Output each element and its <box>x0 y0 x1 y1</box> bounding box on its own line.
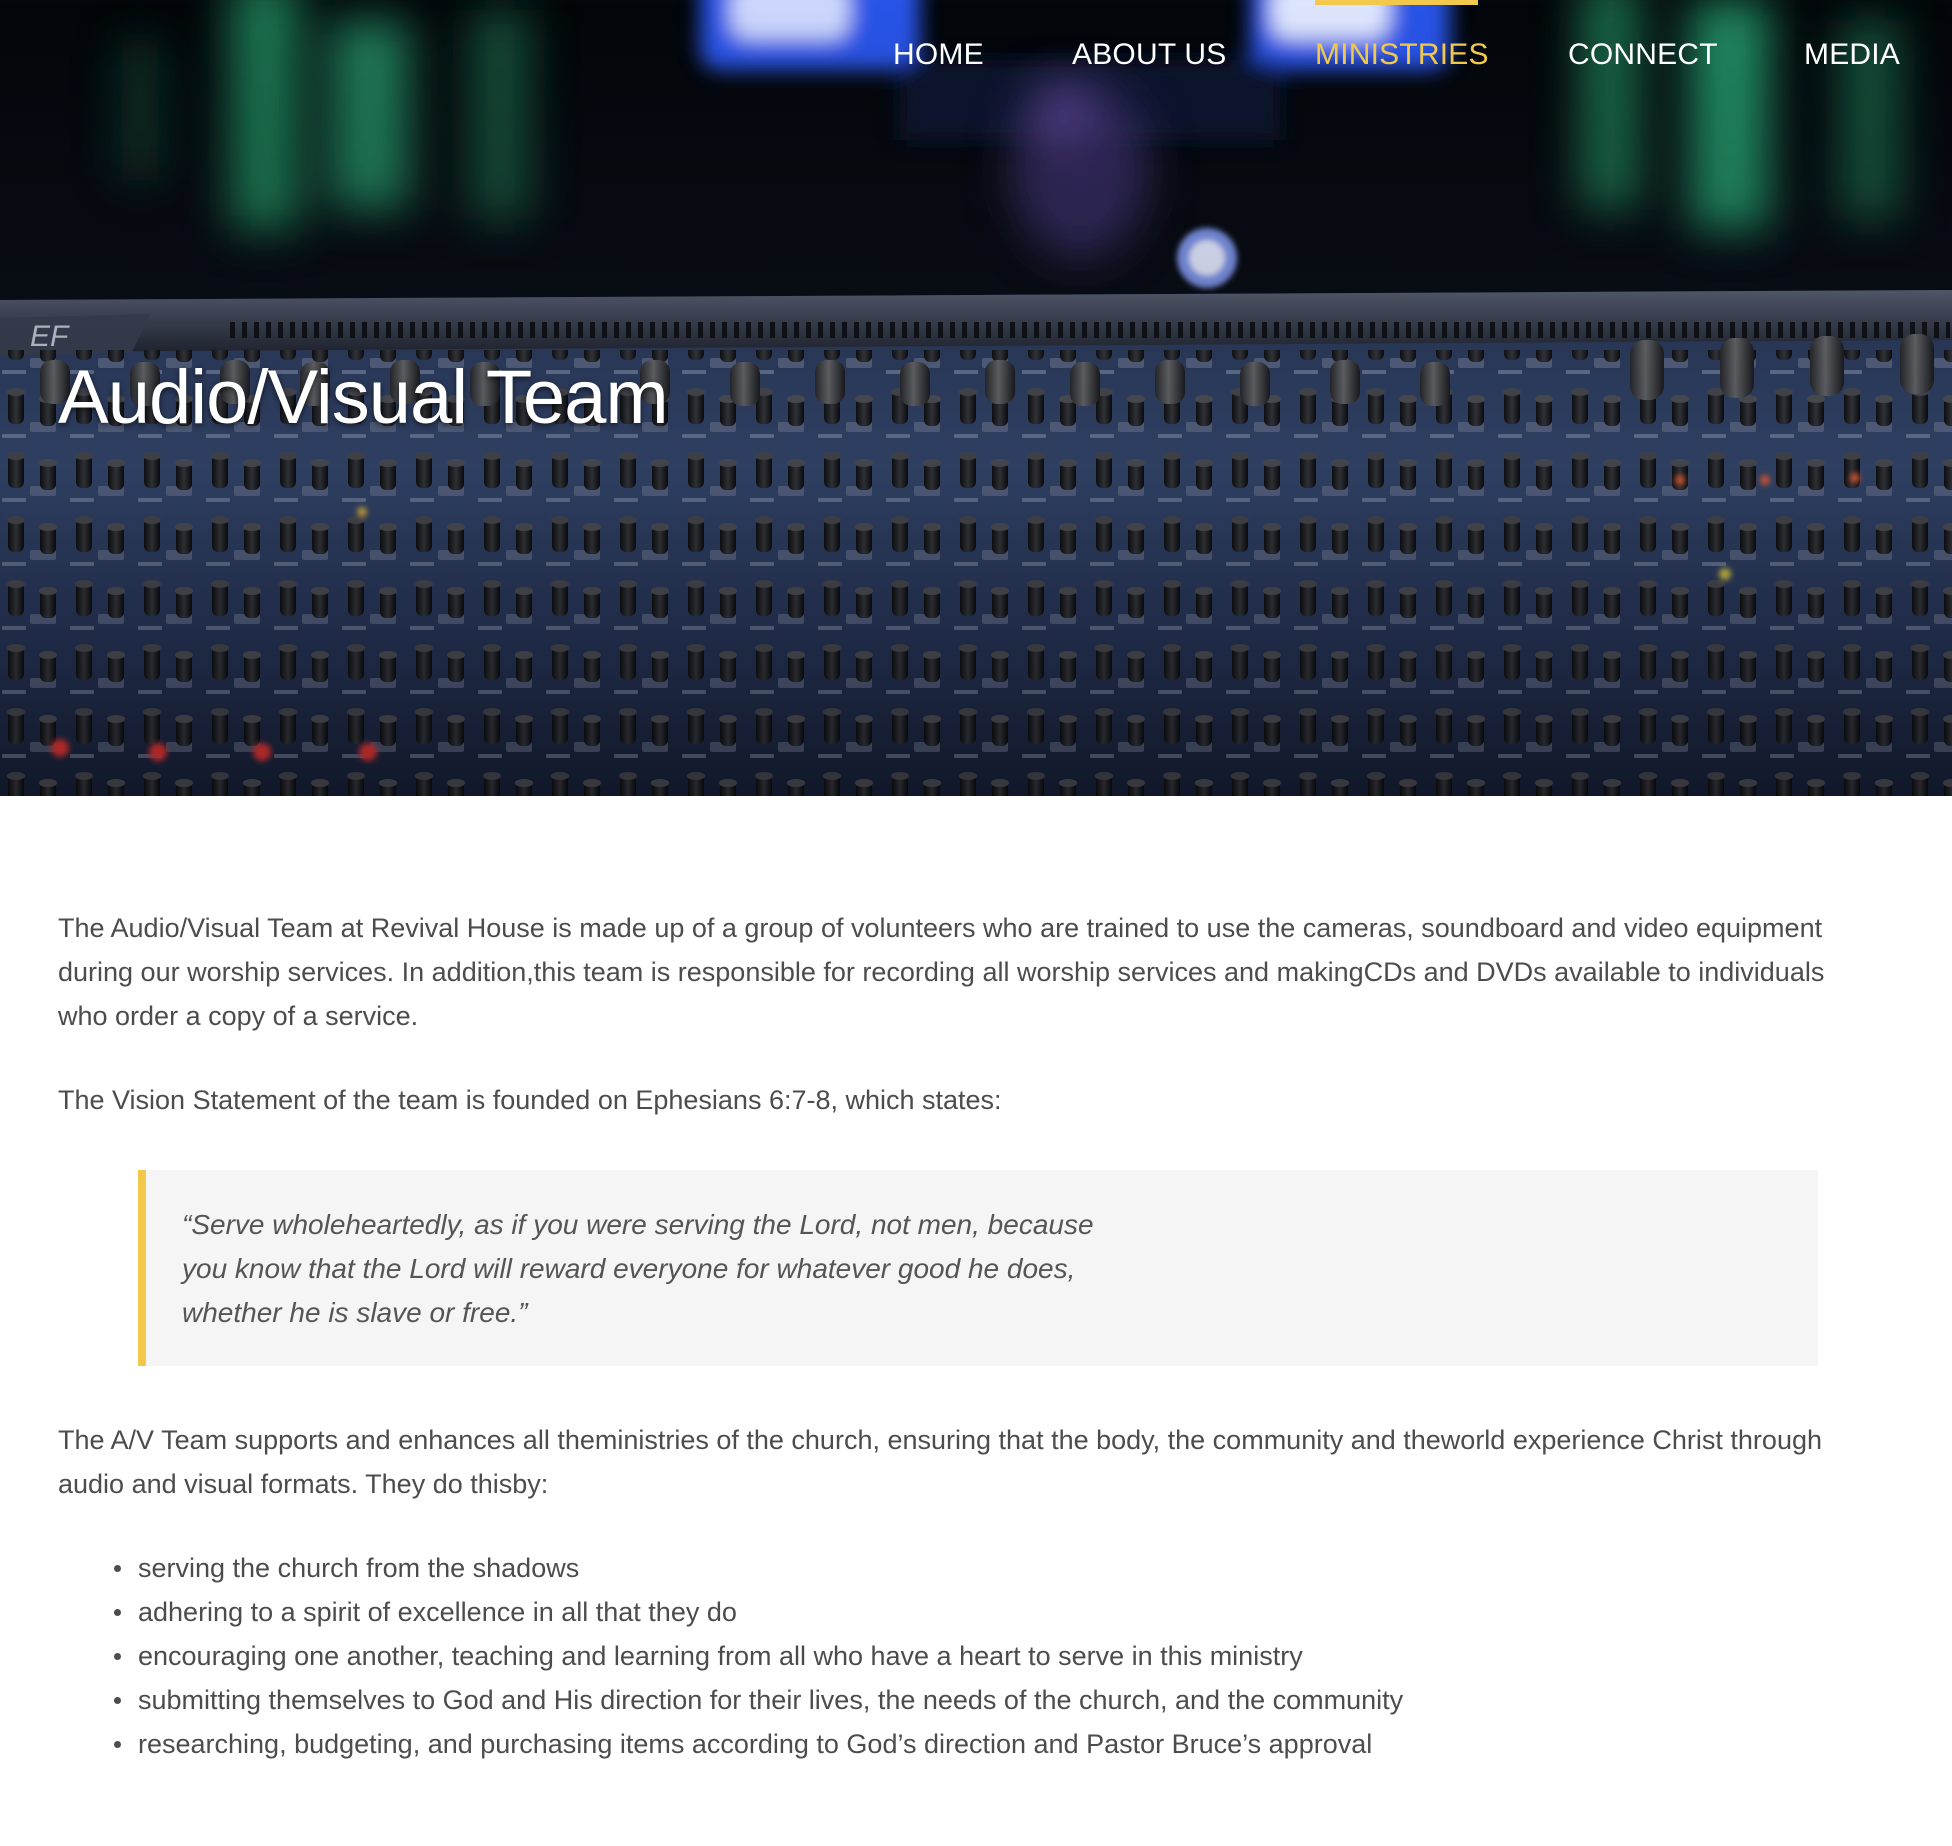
list-item: serving the church from the shadows <box>114 1546 1858 1590</box>
list-item: researching, budgeting, and purchasing i… <box>114 1722 1858 1766</box>
scripture-quote: “Serve wholeheartedly, as if you were se… <box>138 1170 1818 1366</box>
quote-line: you know that the Lord will reward every… <box>182 1253 1076 1284</box>
duties-list: serving the church from the shadows adhe… <box>58 1546 1858 1766</box>
quote-line: “Serve wholeheartedly, as if you were se… <box>182 1209 1094 1240</box>
intro-paragraph: The Audio/Visual Team at Revival House i… <box>58 913 1825 1031</box>
support-paragraph: The A/V Team supports and enhances all t… <box>58 1425 1822 1499</box>
nav-item-home[interactable]: HOME <box>893 38 984 72</box>
nav-item-media[interactable]: MEDIA <box>1804 38 1900 72</box>
quote-line: whether he is slave or free.” <box>182 1297 528 1328</box>
nav-item-ministries[interactable]: MINISTRIES <box>1315 38 1489 72</box>
list-item: encouraging one another, teaching and le… <box>114 1634 1858 1678</box>
vision-paragraph: The Vision Statement of the team is foun… <box>58 1085 1002 1115</box>
nav-active-indicator <box>1315 0 1478 5</box>
list-item: adhering to a spirit of excellence in al… <box>114 1590 1858 1634</box>
list-item: submitting themselves to God and His dir… <box>114 1678 1858 1722</box>
main-nav: HOME ABOUT US MINISTRIES CONNECT MEDIA <box>0 0 1952 120</box>
nav-item-about-us[interactable]: ABOUT US <box>1072 38 1226 72</box>
hero-banner: EF <box>0 0 1952 796</box>
main-content: The Audio/Visual Team at Revival House i… <box>58 906 1858 1766</box>
nav-item-connect[interactable]: CONNECT <box>1568 38 1718 72</box>
page-title: Audio/Visual Team <box>58 355 669 440</box>
